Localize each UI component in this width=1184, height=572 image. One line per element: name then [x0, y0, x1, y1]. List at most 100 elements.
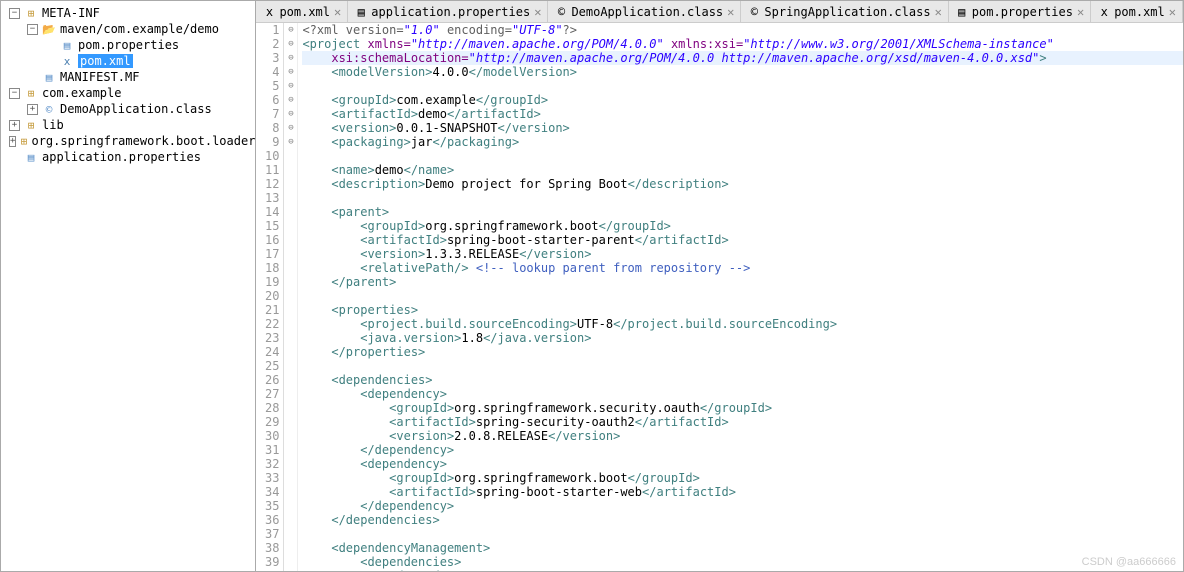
file-icon: ▤: [23, 149, 39, 165]
code-line[interactable]: <modelVersion>4.0.0</modelVersion>: [302, 65, 1183, 79]
fold-icon[interactable]: ⊖: [284, 51, 297, 65]
code-line[interactable]: <name>demo</name>: [302, 163, 1183, 177]
code-line[interactable]: <groupId>org.springframework.security.oa…: [302, 401, 1183, 415]
code-line[interactable]: <project xmlns="http://maven.apache.org/…: [302, 37, 1183, 51]
code-line[interactable]: <parent>: [302, 205, 1183, 219]
tree-label: pom.xml: [78, 54, 133, 68]
tree-node[interactable]: +⊞org.springframework.boot.loader: [1, 133, 255, 149]
code-line[interactable]: <version>1.3.3.RELEASE</version>: [302, 247, 1183, 261]
fold-icon[interactable]: ⊖: [284, 65, 297, 79]
code-line[interactable]: [302, 359, 1183, 373]
code-line[interactable]: <java.version>1.8</java.version>: [302, 331, 1183, 345]
code-line[interactable]: <dependency>: [302, 569, 1183, 571]
tree-label: DemoApplication.class: [60, 102, 212, 116]
code-line[interactable]: <relativePath/> <!-- lookup parent from …: [302, 261, 1183, 275]
tree-node[interactable]: ▤MANIFEST.MF: [1, 69, 255, 85]
editor-tab[interactable]: xpom.xml ✕: [256, 1, 348, 22]
editor-tab[interactable]: ©DemoApplication.class✕: [548, 1, 741, 22]
code-line[interactable]: <groupId>org.springframework.boot</group…: [302, 471, 1183, 485]
code-line[interactable]: <?xml version="1.0" encoding="UTF-8"?>: [302, 23, 1183, 37]
code-line[interactable]: <dependency>: [302, 457, 1183, 471]
fold-icon[interactable]: ⊖: [284, 107, 297, 121]
fold-icon[interactable]: ⊖: [284, 93, 297, 107]
editor-tab[interactable]: ▤application.properties✕: [348, 1, 548, 22]
code-line[interactable]: [302, 289, 1183, 303]
code-line[interactable]: <packaging>jar</packaging>: [302, 135, 1183, 149]
code-line[interactable]: [302, 191, 1183, 205]
editor-tab[interactable]: ©SpringApplication.class✕: [741, 1, 948, 22]
tree-label: application.properties: [42, 150, 201, 164]
editor-tab[interactable]: ▤pom.properties✕: [949, 1, 1091, 22]
code-line[interactable]: <dependencies>: [302, 555, 1183, 569]
code-line[interactable]: [302, 79, 1183, 93]
fold-gutter[interactable]: ⊖⊖⊖⊖⊖⊖⊖⊖⊖: [284, 23, 298, 571]
tree-node[interactable]: −📂maven/com.example/demo: [1, 21, 255, 37]
fold-icon[interactable]: ⊖: [284, 79, 297, 93]
code-area[interactable]: <?xml version="1.0" encoding="UTF-8"?><p…: [298, 23, 1183, 571]
code-line[interactable]: <description>Demo project for Spring Boo…: [302, 177, 1183, 191]
class-icon: ©: [554, 5, 568, 19]
code-line[interactable]: <project.build.sourceEncoding>UTF-8</pro…: [302, 317, 1183, 331]
file-icon: ▤: [41, 69, 57, 85]
code-line[interactable]: <version>2.0.8.RELEASE</version>: [302, 429, 1183, 443]
code-line[interactable]: </dependencies>: [302, 513, 1183, 527]
tree-toggle-icon: [27, 72, 38, 83]
code-line[interactable]: <groupId>org.springframework.boot</group…: [302, 219, 1183, 233]
code-line[interactable]: <artifactId>spring-security-oauth2</arti…: [302, 415, 1183, 429]
tree-node[interactable]: −⊞com.example: [1, 85, 255, 101]
close-icon[interactable]: ✕: [534, 5, 541, 19]
code-line[interactable]: <artifactId>demo</artifactId>: [302, 107, 1183, 121]
code-line[interactable]: <artifactId>spring-boot-starter-web</art…: [302, 485, 1183, 499]
code-line[interactable]: </properties>: [302, 345, 1183, 359]
code-line[interactable]: <dependencyManagement>: [302, 541, 1183, 555]
fold-icon[interactable]: ⊖: [284, 135, 297, 149]
tree-node[interactable]: ▤pom.properties: [1, 37, 255, 53]
code-line[interactable]: [302, 149, 1183, 163]
code-line[interactable]: <artifactId>spring-boot-starter-parent</…: [302, 233, 1183, 247]
class-icon: ©: [747, 5, 761, 19]
close-icon[interactable]: ✕: [727, 5, 734, 19]
close-icon[interactable]: ✕: [935, 5, 942, 19]
tree-label: maven/com.example/demo: [60, 22, 219, 36]
code-line[interactable]: </dependency>: [302, 443, 1183, 457]
line-gutter: 1234567891011121314151617181920212223242…: [256, 23, 284, 571]
code-line[interactable]: <version>0.0.1-SNAPSHOT</version>: [302, 121, 1183, 135]
tree-toggle-icon: [9, 152, 20, 163]
close-icon[interactable]: ✕: [334, 5, 341, 19]
class-icon: ©: [41, 101, 57, 117]
tree-toggle-icon[interactable]: −: [9, 88, 20, 99]
code-editor[interactable]: 1234567891011121314151617181920212223242…: [256, 23, 1183, 571]
watermark: CSDN @aa666666: [1082, 556, 1176, 568]
close-icon[interactable]: ✕: [1077, 5, 1084, 19]
tree-node[interactable]: +⊞lib: [1, 117, 255, 133]
code-line[interactable]: <properties>: [302, 303, 1183, 317]
editor-tab[interactable]: xpom.xml✕: [1091, 1, 1183, 22]
fold-icon[interactable]: ⊖: [284, 23, 297, 37]
pkg-icon: ⊞: [23, 117, 39, 133]
code-line[interactable]: <dependencies>: [302, 373, 1183, 387]
close-icon[interactable]: ✕: [1169, 5, 1176, 19]
code-line[interactable]: <dependency>: [302, 387, 1183, 401]
code-line[interactable]: xsi:schemaLocation="http://maven.apache.…: [302, 51, 1183, 65]
tree-node[interactable]: −⊞META-INF: [1, 5, 255, 21]
tab-label: pom.xml: [279, 5, 330, 19]
tree-toggle-icon[interactable]: +: [9, 120, 20, 131]
code-line[interactable]: </parent>: [302, 275, 1183, 289]
tree-node[interactable]: ▤application.properties: [1, 149, 255, 165]
tree-toggle-icon: [45, 40, 56, 51]
project-tree[interactable]: −⊞META-INF−📂maven/com.example/demo▤pom.p…: [1, 1, 256, 571]
editor-tabs[interactable]: xpom.xml✕▤application.properties✕©DemoAp…: [256, 1, 1183, 23]
fold-icon[interactable]: ⊖: [284, 121, 297, 135]
tree-node[interactable]: xpom.xml: [1, 53, 255, 69]
tree-toggle-icon[interactable]: −: [27, 24, 38, 35]
code-line[interactable]: </dependency>: [302, 499, 1183, 513]
tree-toggle-icon[interactable]: +: [27, 104, 38, 115]
tree-label: MANIFEST.MF: [60, 70, 139, 84]
code-line[interactable]: <groupId>com.example</groupId>: [302, 93, 1183, 107]
code-line[interactable]: [302, 527, 1183, 541]
tree-node[interactable]: +©DemoApplication.class: [1, 101, 255, 117]
fold-icon[interactable]: ⊖: [284, 37, 297, 51]
tree-toggle-icon[interactable]: +: [9, 136, 16, 147]
xml-icon: x: [262, 5, 276, 19]
tree-toggle-icon[interactable]: −: [9, 8, 20, 19]
